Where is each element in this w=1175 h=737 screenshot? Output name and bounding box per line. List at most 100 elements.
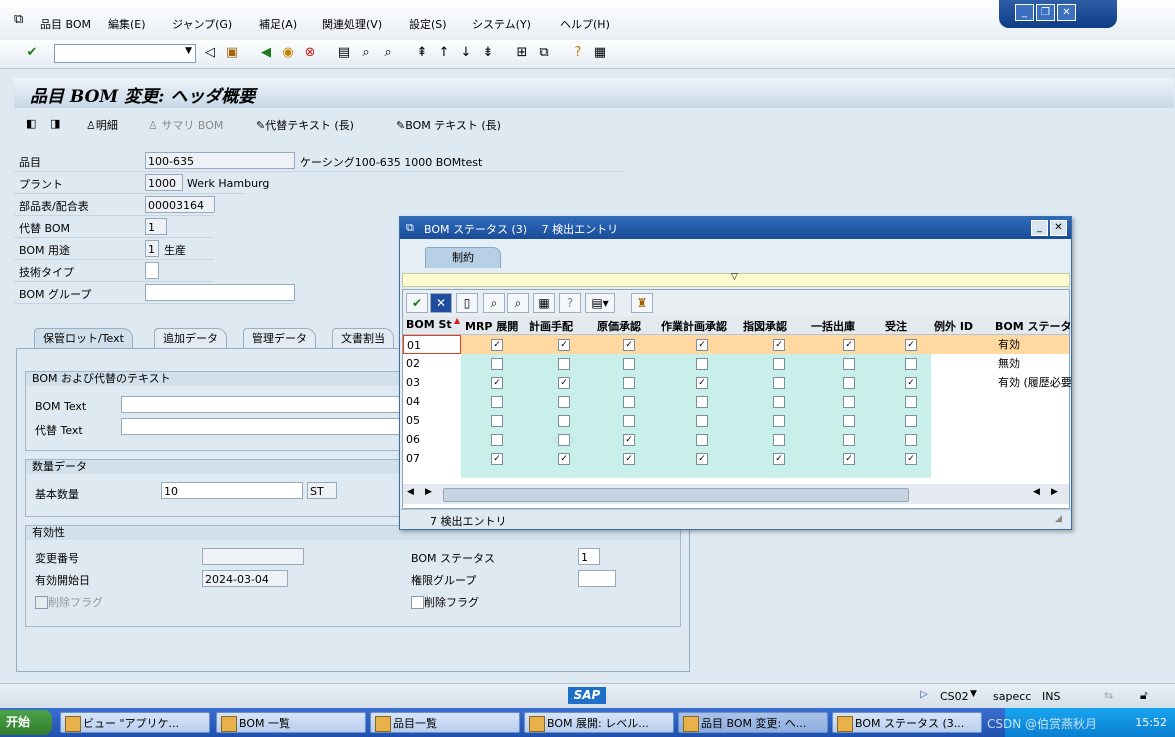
bom-group-field[interactable]: [145, 284, 295, 301]
restriction-strip[interactable]: ▽: [402, 272, 1070, 287]
bom-field[interactable]: 00003164: [145, 196, 215, 213]
bom-status-key[interactable]: 02: [403, 354, 461, 373]
status-checkbox[interactable]: ✓: [558, 453, 570, 465]
summary-bom-button[interactable]: ♙ サマリ BOM: [148, 117, 223, 133]
scroll-right-icon[interactable]: ▶: [425, 487, 432, 497]
status-checkbox[interactable]: [843, 434, 855, 446]
status-checkbox[interactable]: [558, 358, 570, 370]
col-backflush[interactable]: 一括出庫: [811, 318, 855, 334]
status-checkbox[interactable]: ✓: [491, 377, 503, 389]
dialog-close-icon[interactable]: ✕: [1050, 220, 1067, 236]
menu-material-bom[interactable]: 品目 BOM: [40, 16, 91, 32]
dialog-menu-icon[interactable]: ⧉: [406, 221, 414, 235]
new-session-icon[interactable]: ⊞: [514, 45, 530, 61]
menu-settings[interactable]: 設定(S): [409, 16, 447, 32]
tab-admin-data[interactable]: 管理データ: [243, 328, 316, 349]
col-order-release[interactable]: 指図承認: [743, 318, 787, 334]
change-no-field[interactable]: [202, 548, 304, 565]
status-checkbox[interactable]: [623, 415, 635, 427]
scroll-right-icon[interactable]: ▶: [1051, 487, 1058, 497]
status-checkbox[interactable]: ✓: [905, 339, 917, 351]
status-checkbox[interactable]: [696, 434, 708, 446]
status-checkbox[interactable]: [696, 358, 708, 370]
status-checkbox[interactable]: [773, 396, 785, 408]
status-checkbox[interactable]: ✓: [491, 453, 503, 465]
print-icon[interactable]: ▤▾: [585, 293, 615, 313]
layout-icon[interactable]: ▦: [592, 45, 608, 61]
start-button[interactable]: 开始: [0, 710, 52, 735]
status-checkbox[interactable]: [843, 358, 855, 370]
find-icon[interactable]: ⌕: [358, 45, 374, 61]
status-checkbox[interactable]: [905, 358, 917, 370]
alt-text-button[interactable]: ✎代替テキスト (長): [256, 117, 354, 133]
minimize-icon[interactable]: _: [1015, 4, 1034, 21]
collapse-icon[interactable]: ◁: [202, 45, 218, 61]
prev-page-icon[interactable]: ↑: [436, 45, 452, 61]
status-checkbox[interactable]: ✓: [843, 453, 855, 465]
find-next-icon[interactable]: ⌕: [380, 45, 396, 61]
lock-icon[interactable]: 🔓︎: [1140, 688, 1148, 703]
menu-edit[interactable]: 編集(E): [108, 16, 146, 32]
tab-lot-text[interactable]: 保管ロット/Text: [34, 328, 133, 349]
status-checkbox[interactable]: [843, 377, 855, 389]
menu-help[interactable]: ヘルプ(H): [560, 16, 610, 32]
find-icon[interactable]: ⌕: [483, 293, 505, 313]
table-row[interactable]: 04: [403, 392, 1069, 411]
dialog-minimize-icon[interactable]: _: [1031, 220, 1048, 236]
tab-additional-data[interactable]: 追加データ: [154, 328, 227, 349]
scroll-left-icon[interactable]: ◀: [407, 487, 414, 497]
new-page-icon[interactable]: ▯: [456, 293, 478, 313]
task-bom-explosion[interactable]: BOM 展開: レベル...: [524, 712, 674, 733]
find-next-icon[interactable]: ⌕: [507, 293, 529, 313]
back-icon[interactable]: ◀: [258, 45, 274, 61]
exit-icon[interactable]: ◉: [280, 45, 296, 61]
delete-flag-checkbox[interactable]: [35, 596, 48, 609]
horizontal-scrollbar[interactable]: ◀ ▶ ◀ ▶: [403, 484, 1069, 504]
unit-field[interactable]: ST: [307, 482, 337, 499]
last-page-icon[interactable]: ⇟: [480, 45, 496, 61]
bom-status-key[interactable]: 06: [403, 430, 461, 449]
tab-restrictions[interactable]: 制約: [425, 247, 501, 268]
task-bom-change[interactable]: 品目 BOM 変更: ヘ...: [678, 712, 828, 733]
status-checkbox[interactable]: [623, 377, 635, 389]
filter-icon[interactable]: ▦: [533, 293, 555, 313]
menu-environment[interactable]: 関連処理(V): [322, 16, 382, 32]
status-checkbox[interactable]: ✓: [905, 453, 917, 465]
status-checkbox[interactable]: ✓: [843, 339, 855, 351]
plant-field[interactable]: 1000: [145, 174, 183, 191]
status-checkbox[interactable]: [843, 415, 855, 427]
col-exception-id[interactable]: 例外 ID: [934, 318, 973, 334]
status-checkbox[interactable]: ✓: [696, 453, 708, 465]
bom-text-button[interactable]: ✎BOM テキスト (長): [396, 117, 501, 133]
col-routing-release[interactable]: 作業計画承認: [661, 318, 727, 334]
status-checkbox[interactable]: [558, 434, 570, 446]
table-row[interactable]: 01 ✓ ✓ ✓ ✓ ✓ ✓ ✓ 有効: [403, 335, 1069, 354]
status-checkbox[interactable]: ✓: [905, 377, 917, 389]
menu-extras[interactable]: 補足(A): [259, 16, 297, 32]
status-checkbox[interactable]: ✓: [558, 339, 570, 351]
sort-icon[interactable]: ♜: [631, 293, 653, 313]
menu-system[interactable]: システム(Y): [472, 16, 531, 32]
status-checkbox[interactable]: [558, 415, 570, 427]
shortcut-icon[interactable]: ⧉: [536, 45, 552, 61]
status-checkbox[interactable]: ✓: [696, 377, 708, 389]
status-checkbox[interactable]: [773, 415, 785, 427]
status-checkbox[interactable]: [696, 396, 708, 408]
table-row[interactable]: 05: [403, 411, 1069, 430]
status-checkbox[interactable]: [491, 358, 503, 370]
status-checkbox[interactable]: [905, 396, 917, 408]
scroll-left-icon[interactable]: ◀: [1033, 487, 1040, 497]
valid-from-field[interactable]: 2024-03-04: [202, 570, 288, 587]
maximize-icon[interactable]: ❐: [1036, 4, 1055, 21]
status-checkbox[interactable]: [773, 377, 785, 389]
task-material-list[interactable]: 品目一覧: [370, 712, 520, 733]
status-checkbox[interactable]: [905, 415, 917, 427]
close-icon[interactable]: ✕: [1057, 4, 1076, 21]
auth-group-field[interactable]: [578, 570, 616, 587]
tech-type-field[interactable]: [145, 262, 159, 279]
status-checkbox[interactable]: [696, 415, 708, 427]
enter-icon[interactable]: ✔: [24, 45, 40, 61]
confirm-icon[interactable]: ✔: [406, 293, 428, 313]
prev-item-icon[interactable]: ◧: [26, 117, 36, 130]
col-bom-status[interactable]: BOM St: [406, 318, 452, 331]
